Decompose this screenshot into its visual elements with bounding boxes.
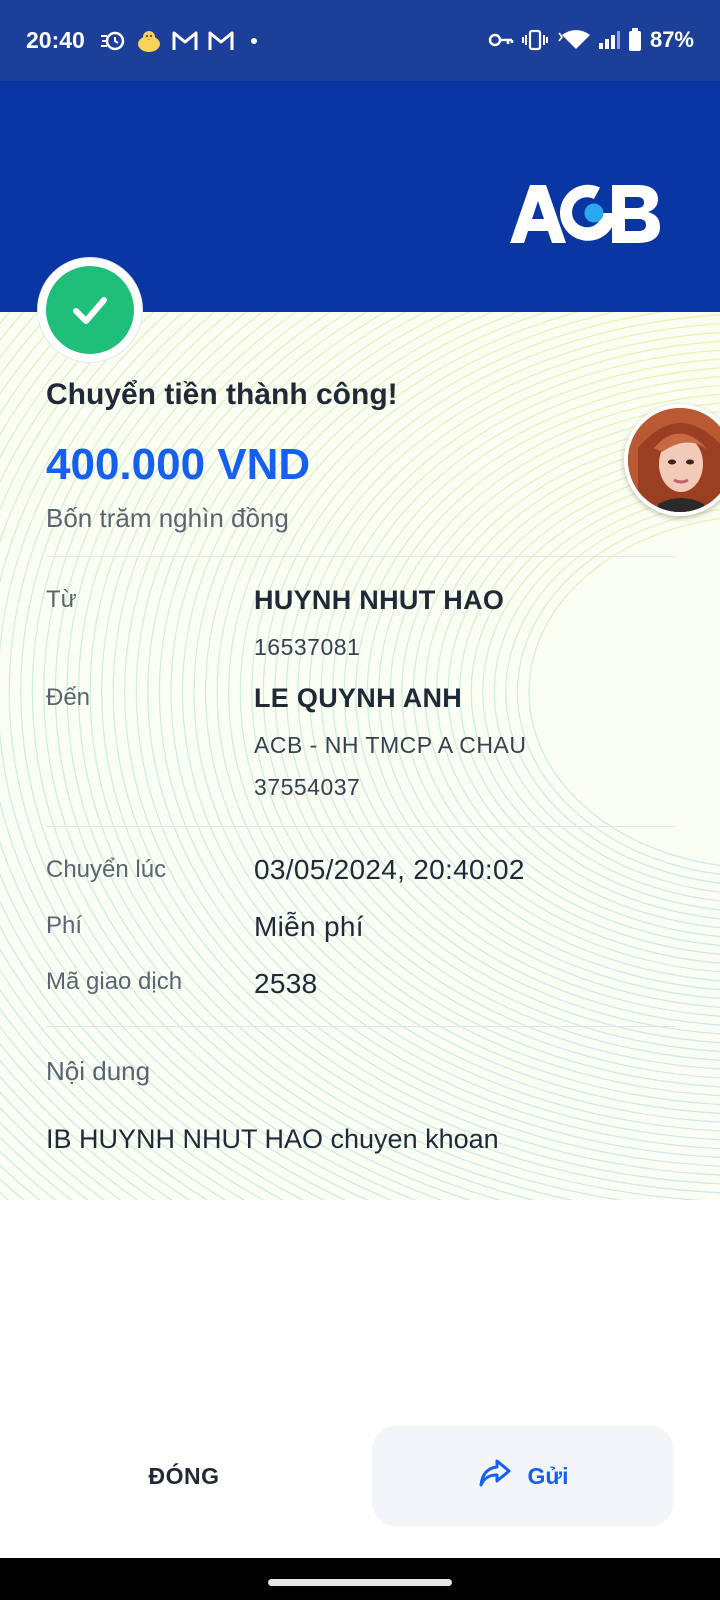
battery-percent: 87% <box>649 27 694 52</box>
to-label: Đến <box>46 684 91 711</box>
status-time: 20:40 <box>26 27 85 53</box>
system-icons: 87% <box>488 27 694 53</box>
acb-logo <box>508 181 660 250</box>
fee-value: Miễn phí <box>254 911 364 942</box>
gmail-icon <box>172 28 198 54</box>
signal-icon <box>598 27 620 53</box>
success-check-icon <box>46 266 134 354</box>
notification-icons <box>100 28 264 54</box>
fee-label: Phí <box>46 912 83 939</box>
from-label: Từ <box>46 586 77 613</box>
divider <box>46 556 676 557</box>
send-label: Gửi <box>527 1462 569 1489</box>
status-bar: 20:40 87% <box>0 0 720 81</box>
dot-icon <box>244 28 264 54</box>
chick-icon <box>136 28 162 54</box>
divider <box>46 1026 676 1027</box>
transfer-amount: 400.000 VND <box>46 440 311 489</box>
transaction-id-label: Mã giao dịch <box>46 968 183 995</box>
wifi-icon <box>556 27 590 53</box>
memo-value: IB HUYNH NHUT HAO chuyen khoan <box>46 1124 499 1154</box>
system-nav-bar <box>0 1558 720 1600</box>
to-name: LE QUYNH ANH <box>254 683 463 713</box>
memo-label: Nội dung <box>46 1056 151 1086</box>
divider <box>46 826 676 827</box>
alarm-icon <box>100 28 126 54</box>
gmail-icon <box>208 28 234 54</box>
home-handle[interactable] <box>268 1579 452 1586</box>
transfer-time-value: 03/05/2024, 20:40:02 <box>254 854 525 885</box>
from-account: 16537081 <box>254 634 361 660</box>
to-bank: ACB - NH TMCP A CHAU <box>254 732 527 758</box>
result-title: Chuyển tiền thành công! <box>46 378 398 411</box>
close-button[interactable]: ĐÓNG <box>46 1428 322 1524</box>
vibrate-icon <box>521 27 548 53</box>
send-button[interactable]: Gửi <box>372 1426 674 1526</box>
key-icon <box>488 27 514 53</box>
transaction-id-value: 2538 <box>254 968 318 999</box>
transfer-time-label: Chuyển lúc <box>46 856 167 883</box>
amount-in-words: Bốn trăm nghìn đồng <box>46 503 289 533</box>
share-icon <box>478 1458 512 1494</box>
to-account: 37554037 <box>254 774 361 800</box>
from-name: HUYNH NHUT HAO <box>254 585 505 615</box>
battery-icon <box>628 27 642 53</box>
success-badge <box>38 258 142 362</box>
